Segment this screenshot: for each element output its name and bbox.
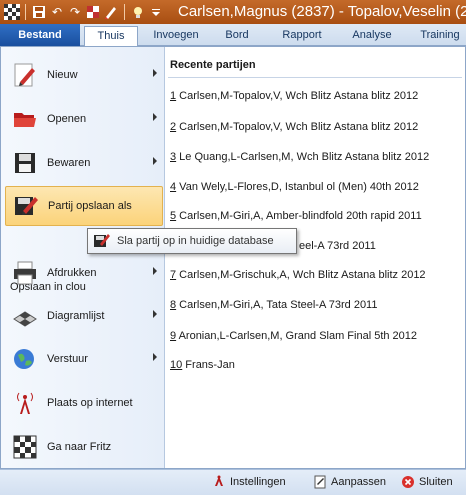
- board-icon[interactable]: [85, 4, 101, 20]
- recent-game-item[interactable]: 5 Carlsen,M-Giri,A, Amber-blindfold 20th…: [170, 210, 422, 222]
- save-game-icon: [94, 234, 110, 247]
- quick-access-toolbar: ↶ ↷: [0, 0, 164, 24]
- menu-item-save[interactable]: Bewaren: [5, 143, 163, 183]
- menu-item-label: Nieuw: [47, 69, 78, 81]
- menu-item-label: Verstuur: [47, 353, 88, 365]
- close-icon: [401, 475, 415, 489]
- tab-bestand[interactable]: Bestand: [0, 24, 80, 46]
- recent-game-item[interactable]: 7 Carlsen,M-Grischuk,A, Wch Blitz Astana…: [170, 269, 426, 281]
- submenu-arrow-icon: [153, 157, 157, 165]
- recent-game-item[interactable]: 4 Van Wely,L-Flores,D, Istanbul ol (Men)…: [170, 181, 419, 193]
- open-folder-icon: [11, 105, 39, 133]
- recent-games-heading: Recente partijen: [170, 59, 256, 71]
- file-menu: Nieuw Openen Bewaren Partij opslaan als …: [1, 47, 165, 468]
- submenu-arrow-icon: [153, 310, 157, 318]
- menu-item-label: Ga naar Fritz: [47, 441, 112, 453]
- settings-label: Instellingen: [230, 476, 286, 488]
- title-bar: ↶ ↷ Carlsen,Magnus (2837) - Topalov,Vese…: [0, 0, 466, 24]
- menu-item-print[interactable]: Afdrukken: [5, 253, 163, 293]
- customize-button[interactable]: Aanpassen: [313, 475, 386, 489]
- recent-game-item[interactable]: 10 Frans-Jan: [170, 359, 235, 371]
- settings-button[interactable]: Instellingen: [212, 475, 286, 489]
- toolbar-separator: [124, 4, 125, 20]
- broadcast-antenna-icon: [11, 389, 39, 417]
- close-label: Sluiten: [419, 476, 453, 488]
- recent-games-pane: Recente partijen 1 Carlsen,M-Topalov,V, …: [166, 47, 465, 468]
- ribbon-tab-bar: Bestand Thuis Invoegen Bord Rapport Anal…: [0, 24, 466, 47]
- lamp-icon[interactable]: [130, 4, 146, 20]
- tab-training[interactable]: Training: [412, 26, 466, 46]
- menu-item-label: Bewaren: [47, 157, 91, 169]
- save-game-icon: [12, 192, 40, 220]
- submenu-arrow-icon: [153, 69, 157, 77]
- recent-game-item[interactable]: 2 Carlsen,M-Topalov,V, Wch Blitz Astana …: [170, 121, 418, 133]
- printer-icon: [11, 259, 39, 287]
- menu-item-send[interactable]: Verstuur: [5, 339, 163, 379]
- submenu-arrow-icon: [153, 267, 157, 275]
- tab-invoegen[interactable]: Invoegen: [145, 26, 207, 46]
- save-icon[interactable]: [31, 4, 47, 20]
- toolbar-separator: [25, 4, 26, 20]
- menu-item-new[interactable]: Nieuw: [5, 55, 163, 95]
- menu-item-fritz[interactable]: Ga naar Fritz: [5, 427, 163, 467]
- heading-divider: [168, 77, 462, 78]
- recent-game-item[interactable]: 3 Le Quang,L-Carlsen,M, Wch Blitz Astana…: [170, 151, 429, 163]
- menu-item-label: Afdrukken: [47, 267, 97, 279]
- menu-item-publish[interactable]: Plaats op internet: [5, 383, 163, 423]
- tab-analyse[interactable]: Analyse: [342, 26, 402, 46]
- menu-item-label: Partij opslaan als: [48, 200, 132, 212]
- floppy-disk-icon: [11, 149, 39, 177]
- app-board-icon[interactable]: [4, 4, 20, 20]
- status-bar: Instellingen Aanpassen Sluiten: [0, 469, 466, 495]
- menu-item-label: Diagramlijst: [47, 310, 105, 322]
- menu-item-label: Plaats op internet: [47, 397, 133, 409]
- globe-icon: [11, 345, 39, 373]
- submenu-arrow-icon: [153, 113, 157, 121]
- tooltip-text: Sla partij op in huidige database: [117, 235, 274, 247]
- customize-icon: [313, 475, 327, 489]
- recent-game-item[interactable]: eel-A 73rd 2011: [299, 240, 376, 252]
- customize-label: Aanpassen: [331, 476, 387, 488]
- file-backstage: Nieuw Openen Bewaren Partij opslaan als …: [0, 46, 466, 469]
- window-title: Carlsen,Magnus (2837) - Topalov,Veselin …: [178, 3, 466, 20]
- tab-rapport[interactable]: Rapport: [273, 26, 331, 46]
- edit-pen-icon[interactable]: [103, 4, 119, 20]
- menu-item-diagrams[interactable]: Diagramlijst: [5, 296, 163, 336]
- tab-thuis[interactable]: Thuis: [84, 26, 138, 47]
- close-button[interactable]: Sluiten: [401, 475, 453, 489]
- menu-item-label: Openen: [47, 113, 87, 125]
- recent-game-item[interactable]: 9 Aronian,L-Carlsen,M, Grand Slam Final …: [170, 330, 417, 342]
- submenu-arrow-icon: [153, 353, 157, 361]
- fritz-board-icon: [11, 433, 39, 461]
- undo-icon[interactable]: ↶: [49, 4, 65, 20]
- menu-item-save-as[interactable]: Partij opslaan als: [5, 186, 163, 226]
- redo-icon[interactable]: ↷: [67, 4, 83, 20]
- recent-game-item[interactable]: 1 Carlsen,M-Topalov,V, Wch Blitz Astana …: [170, 90, 418, 102]
- tab-bord[interactable]: Bord: [214, 26, 260, 46]
- new-document-icon: [11, 61, 39, 89]
- settings-icon: [212, 475, 226, 489]
- customize-toolbar-icon[interactable]: [148, 4, 164, 20]
- menu-item-open[interactable]: Openen: [5, 99, 163, 139]
- chessboard-icon: [11, 302, 39, 330]
- recent-game-item[interactable]: 8 Carlsen,M-Giri,A, Tata Steel-A 73rd 20…: [170, 299, 377, 311]
- save-as-tooltip: Sla partij op in huidige database: [87, 228, 297, 254]
